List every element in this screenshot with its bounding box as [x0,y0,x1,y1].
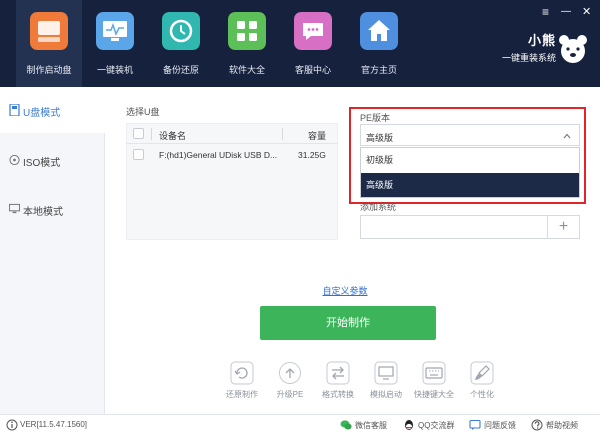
feedback-icon [469,419,481,430]
footer-link-feedback[interactable]: 问题反馈 [484,420,516,431]
monitor-icon [96,12,134,50]
tool-label: 个性化 [470,390,494,399]
home-icon [360,12,398,50]
device-name: F:(hd1)General UDisk USB D... [159,150,278,160]
restore-make-icon [230,361,254,385]
sidebar-item-local-mode[interactable]: 本地模式 [0,186,105,232]
column-header-capacity: 容量 [308,131,327,141]
simulate-icon [374,361,398,385]
select-all-checkbox[interactable] [133,128,144,139]
wechat-icon [340,420,352,430]
version-text: VER[11.5.47.1560] [20,420,88,429]
column-divider [282,128,283,140]
disk-icon [30,12,68,50]
restore-icon [162,12,200,50]
info-icon [6,419,18,431]
chat-icon [294,12,332,50]
brand: 小熊 一键重装系统 [498,30,556,64]
close-button[interactable]: ✕ [582,6,591,18]
apps-grid-icon [228,12,266,50]
nav-item-make-boot-disk[interactable]: 制作启动盘 [16,0,82,87]
menu-button[interactable]: ≡ [542,6,549,18]
sidebar-item-label: ISO模式 [23,158,61,169]
nav-item-official-home[interactable]: 官方主页 [346,0,412,87]
sidebar-item-label: U盘模式 [23,108,61,119]
footer-link-qq-group[interactable]: QQ交流群 [418,420,454,431]
add-system-field[interactable]: + [360,215,580,239]
keyboard-icon [422,361,446,385]
column-divider [151,128,152,140]
nav-item-one-click-install[interactable]: 一键装机 [82,0,148,87]
sidebar-item-usb-mode[interactable]: U盘模式 [0,87,105,133]
add-system-button[interactable]: + [547,216,579,238]
tool-label: 模拟启动 [370,390,402,399]
tool-label: 还原制作 [226,390,258,399]
footer-link-wechat[interactable]: 微信客服 [355,420,387,431]
sidebar-item-iso-mode[interactable]: ISO模式 [0,137,105,183]
nav-item-backup-restore[interactable]: 备份还原 [148,0,214,87]
tool-label: 升级PE [276,390,304,399]
usb-icon [9,104,20,116]
status-bar: VER[11.5.47.1560] 微信客服 QQ交流群 问题反馈 帮助视频 [0,414,600,436]
sidebar: U盘模式 ISO模式 本地模式 [0,87,105,414]
add-system-label: 添加系统 [360,202,397,212]
select-udisk-label: 选择U盘 [126,107,160,117]
brush-icon [470,361,494,385]
udisk-list-header: 设备名 容量 [127,124,337,144]
tool-label: 快捷键大全 [414,390,454,399]
column-header-device: 设备名 [159,131,187,141]
device-capacity: 31.25G [298,150,326,160]
nav-label: 客服中心 [294,65,331,75]
minimize-button[interactable]: — [561,6,571,18]
nav-item-software[interactable]: 软件大全 [214,0,280,87]
nav-label: 备份还原 [162,65,199,75]
start-make-button[interactable]: 开始制作 [260,306,436,340]
nav-label: 制作启动盘 [26,65,72,75]
custom-params-link[interactable]: 自定义参数 [0,284,600,297]
nav-label: 软件大全 [228,65,265,75]
nav-item-service-center[interactable]: 客服中心 [280,0,346,87]
upgrade-icon [279,362,301,384]
qq-icon [405,420,413,430]
pc-icon [9,203,20,214]
top-header: 制作启动盘 一键装机 备份还原 软件大全 客服中心 官方主页 ≡ — ✕ 小熊 … [0,0,600,87]
udisk-list: 设备名 容量 F:(hd1)General UDisk USB D... 31.… [126,123,338,240]
row-checkbox[interactable] [133,149,144,160]
brand-subtitle: 一键重装系统 [501,53,556,63]
highlight-box [349,107,586,204]
tool-label: 格式转换 [322,390,354,399]
table-row[interactable]: F:(hd1)General UDisk USB D... 31.25G [127,144,337,166]
sidebar-item-label: 本地模式 [23,207,63,218]
brand-name: 小熊 [527,33,556,48]
bear-logo-icon [559,35,587,63]
convert-icon [326,361,350,385]
nav-label: 一键装机 [96,65,133,75]
nav-label: 官方主页 [360,65,397,75]
help-icon [531,419,543,431]
footer-link-help-video[interactable]: 帮助视频 [546,420,578,431]
disc-icon [9,154,20,166]
